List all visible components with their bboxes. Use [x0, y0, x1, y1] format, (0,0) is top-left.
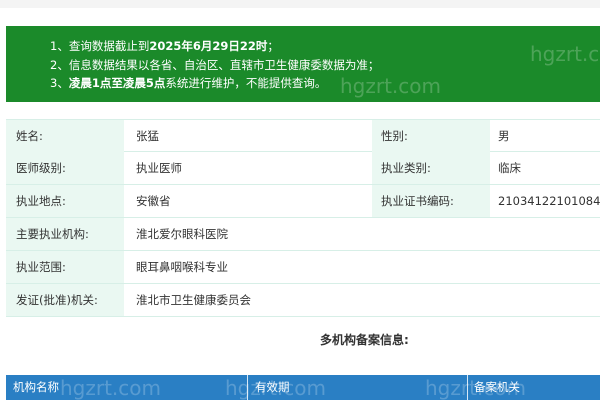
multi-org-title: 多机构备案信息: — [320, 333, 409, 347]
top-strip — [0, 0, 600, 8]
physician-level-label: 医师级别: — [6, 152, 124, 184]
main-institution-label: 主要执业机构: — [6, 218, 124, 250]
col-header-org-name: 机构名称 — [13, 380, 59, 394]
notice-banner: 1、查询数据截止到2025年6月29日22时； 2、信息数据结果以各省、自治区、… — [6, 26, 600, 102]
physician-level-value: 执业医师 — [136, 161, 182, 175]
header-divider — [467, 375, 468, 400]
notice-line-3-prefix: 3、 — [50, 76, 69, 90]
issuing-authority-value: 淮北市卫生健康委员会 — [136, 293, 251, 307]
info-row-institution: 主要执业机构: 淮北爱尔眼科医院 — [6, 218, 600, 251]
name-label: 姓名: — [6, 120, 124, 152]
info-row-location: 执业地点: 安徽省 执业证书编码: 210341221010848 — [6, 185, 600, 218]
info-row-issuer: 发证(批准)机关: 淮北市卫生健康委员会 — [6, 284, 600, 317]
certificate-number-value: 210341221010848 — [498, 194, 600, 208]
header-divider — [247, 375, 248, 400]
col-header-filing-authority: 备案机关 — [474, 380, 520, 394]
practice-location-label: 执业地点: — [6, 185, 124, 217]
gender-value: 男 — [498, 129, 510, 143]
notice-cutoff-date: 2025年6月29日22时 — [149, 39, 268, 53]
info-row-name: 姓名: 张猛 性别: 男 — [6, 119, 600, 152]
name-value: 张猛 — [136, 129, 159, 143]
practice-location-value: 安徽省 — [136, 194, 171, 208]
doctor-info-table: 姓名: 张猛 性别: 男 医师级别: 执业医师 执业类别: 临床 执业地点: 安… — [6, 119, 600, 317]
practice-category-label: 执业类别: — [372, 152, 490, 184]
gender-label: 性别: — [372, 120, 490, 152]
notice-line-1: 1、查询数据截止到2025年6月29日22时； — [50, 37, 600, 56]
notice-line-1-prefix: 1、查询数据截止到 — [50, 39, 150, 53]
notice-line-1-suffix: ； — [267, 39, 279, 53]
practice-category-value: 临床 — [498, 161, 521, 175]
issuing-authority-label: 发证(批准)机关: — [6, 284, 124, 316]
practice-scope-value: 眼耳鼻咽喉科专业 — [136, 260, 228, 274]
multi-org-table-header: 机构名称 有效期 备案机关 — [6, 375, 600, 400]
main-institution-value: 淮北爱尔眼科医院 — [136, 227, 228, 241]
notice-line-2: 2、信息数据结果以各省、自治区、直辖市卫生健康委数据为准； — [50, 57, 380, 72]
notice-line-3: 3、凌晨1点至凌晨5点系统进行维护，不能提供查询。 — [50, 74, 600, 93]
info-row-scope: 执业范围: 眼耳鼻咽喉科专业 — [6, 251, 600, 284]
certificate-number-label: 执业证书编码: — [372, 185, 490, 217]
col-header-validity: 有效期 — [255, 380, 290, 394]
practice-scope-label: 执业范围: — [6, 251, 124, 283]
notice-line-3-suffix: 系统进行维护，不能提供查询。 — [165, 76, 327, 90]
notice-maintenance-window: 凌晨1点至凌晨5点 — [68, 76, 166, 90]
info-row-level: 医师级别: 执业医师 执业类别: 临床 — [6, 152, 600, 185]
